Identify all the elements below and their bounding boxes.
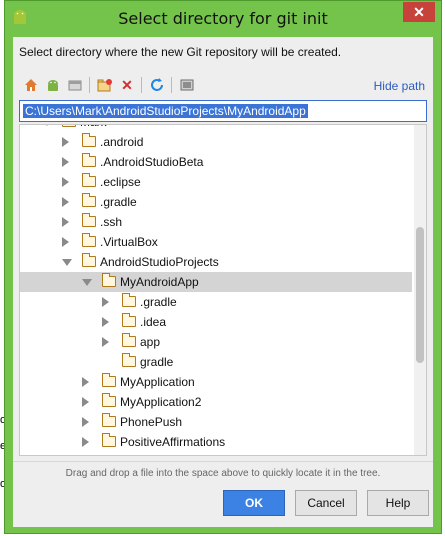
tree-row-label: MyApplication2 [120, 395, 202, 409]
collapse-arrow-icon[interactable] [102, 337, 109, 347]
folder-icon [102, 393, 116, 407]
tree-row-label: .VirtualBox [100, 235, 158, 249]
collapse-arrow-icon[interactable] [62, 157, 69, 167]
folder-icon [102, 373, 116, 387]
collapse-arrow-icon[interactable] [62, 197, 69, 207]
tree-row-label: .gradle [100, 195, 137, 209]
folder-icon [62, 125, 76, 127]
tree-row-label: AndroidStudioProjects [100, 255, 219, 269]
delete-icon[interactable]: ✕ [117, 75, 137, 95]
folder-icon [102, 413, 116, 427]
tree-row-label: .gradle [140, 295, 177, 309]
hide-path-link[interactable]: Hide path [374, 79, 425, 93]
drag-drop-hint: Drag and drop a file into the space abov… [13, 461, 433, 479]
tree-row[interactable]: MyAndroidApp [20, 272, 412, 292]
folder-icon [82, 153, 96, 167]
help-button[interactable]: Help [367, 490, 429, 516]
tree-row[interactable]: AndroidStudioProjects [20, 252, 412, 272]
tree-row-label: .android [100, 135, 144, 149]
tree-row[interactable]: .gradle [20, 192, 412, 212]
tree-row[interactable]: .android [20, 132, 412, 152]
folder-icon [122, 313, 136, 327]
tree-row-label: PhonePush [120, 415, 183, 429]
tree-row-label: Mark [80, 125, 107, 129]
folder-icon [82, 133, 96, 147]
tree-row[interactable]: .AndroidStudioBeta [20, 152, 412, 172]
collapse-arrow-icon[interactable] [82, 437, 89, 447]
tree-row[interactable]: MyApplication [20, 372, 412, 392]
folder-icon [82, 253, 96, 267]
collapse-arrow-icon[interactable] [62, 237, 69, 247]
tree-row-label: gradle [140, 355, 174, 369]
tree-row-label: .eclipse [100, 175, 141, 189]
folder-icon [82, 233, 96, 247]
ok-button[interactable]: OK [223, 490, 285, 516]
tree-row[interactable]: .ssh [20, 212, 412, 232]
tree-row-label: app [140, 335, 161, 349]
folder-icon [82, 173, 96, 187]
tree-row[interactable]: PositiveAffirmations [20, 432, 412, 452]
tree-row[interactable]: .VirtualBox [20, 232, 412, 252]
tree-row-label: .AndroidStudioBeta [100, 155, 204, 169]
toolbar-separator [171, 77, 172, 93]
refresh-icon[interactable] [147, 75, 167, 95]
folder-icon [82, 193, 96, 207]
tree-row[interactable]: app [20, 332, 412, 352]
folder-icon [102, 273, 116, 287]
collapse-arrow-icon[interactable] [82, 377, 89, 387]
tree-row-label: .ssh [100, 215, 123, 229]
tree-row[interactable]: .idea [20, 312, 412, 332]
expand-arrow-icon[interactable] [42, 125, 52, 126]
tree-row[interactable]: Mark [20, 125, 412, 132]
dialog-window: Select directory for git init ✕ Select d… [4, 0, 442, 534]
tree-row-label: .idea [140, 315, 167, 329]
dialog-title: Select directory for git init [118, 9, 328, 28]
tree-row[interactable]: .gradle [20, 292, 412, 312]
collapse-arrow-icon[interactable] [62, 217, 69, 227]
cancel-button[interactable]: Cancel [295, 490, 357, 516]
collapse-arrow-icon[interactable] [82, 397, 89, 407]
collapse-arrow-icon[interactable] [62, 137, 69, 147]
toolbar-separator [89, 77, 90, 93]
folder-icon [122, 353, 136, 367]
tree-row-label: MyAndroidApp [120, 275, 199, 289]
folder-icon [122, 293, 136, 307]
tree-row[interactable]: gradle [20, 352, 412, 372]
collapse-arrow-icon[interactable] [102, 297, 109, 307]
collapse-arrow-icon[interactable] [62, 177, 69, 187]
tree-row-label: MyApplication [120, 375, 195, 389]
home-icon[interactable] [21, 75, 41, 95]
title-bar[interactable]: Select directory for git init ✕ [5, 1, 441, 37]
path-input-value: C:\Users\Mark\AndroidStudioProjects\MyAn… [23, 104, 308, 118]
expand-arrow-icon[interactable] [62, 259, 72, 266]
tree-row-label: PositiveAffirmations [120, 435, 226, 449]
dialog-content: Select directory where the new Git repos… [13, 37, 433, 527]
tree-row[interactable]: PhonePush [20, 412, 412, 432]
close-button[interactable]: ✕ [403, 2, 435, 22]
folder-icon [82, 213, 96, 227]
android-icon[interactable] [43, 75, 63, 95]
tree-scrollbar[interactable] [414, 125, 426, 455]
dialog-description: Select directory where the new Git repos… [19, 45, 342, 59]
folder-icon [122, 333, 136, 347]
collapse-arrow-icon[interactable] [102, 317, 109, 327]
toolbar: ✕ Hide path [19, 73, 429, 97]
path-input[interactable]: C:\Users\Mark\AndroidStudioProjects\MyAn… [19, 100, 427, 122]
show-hidden-icon[interactable] [177, 75, 197, 95]
folder-icon [102, 433, 116, 447]
expand-arrow-icon[interactable] [82, 279, 92, 286]
tree-row[interactable]: .eclipse [20, 172, 412, 192]
new-folder-icon[interactable] [95, 75, 115, 95]
directory-tree[interactable]: Mark .android .AndroidStudioBeta .eclipse .g… [19, 124, 427, 456]
collapse-arrow-icon[interactable] [82, 417, 89, 427]
tree-row[interactable]: MyApplication2 [20, 392, 412, 412]
module-icon[interactable] [65, 75, 85, 95]
scrollbar-thumb[interactable] [416, 227, 424, 363]
toolbar-separator [141, 77, 142, 93]
